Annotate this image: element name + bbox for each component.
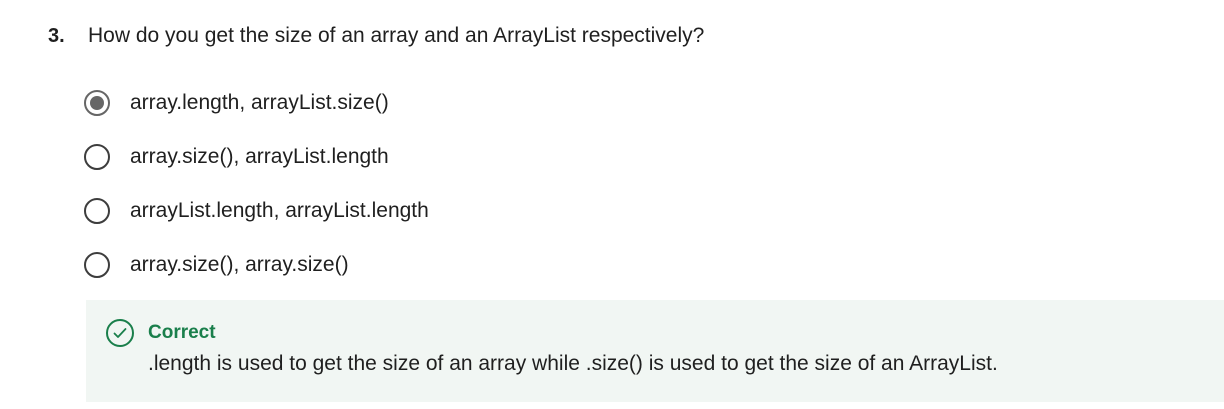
feedback-header: Correct bbox=[106, 319, 216, 347]
radio-icon[interactable] bbox=[84, 198, 110, 224]
option-label: arrayList.length, arrayList.length bbox=[130, 199, 429, 222]
feedback-status: Correct bbox=[148, 322, 216, 343]
option-4[interactable]: array.size(), array.size() bbox=[84, 246, 984, 284]
radio-icon[interactable] bbox=[84, 252, 110, 278]
option-label: array.length, arrayList.size() bbox=[130, 91, 389, 114]
option-label: array.size(), arrayList.length bbox=[130, 145, 389, 168]
option-3[interactable]: arrayList.length, arrayList.length bbox=[84, 192, 984, 230]
option-1[interactable]: array.length, arrayList.size() bbox=[84, 84, 984, 122]
check-circle-icon bbox=[106, 319, 134, 347]
question-header: 3. How do you get the size of an array a… bbox=[48, 20, 1224, 52]
radio-icon[interactable] bbox=[84, 144, 110, 170]
question-text: How do you get the size of an array and … bbox=[88, 24, 705, 47]
radio-dot bbox=[90, 96, 104, 110]
checkmark-icon bbox=[113, 328, 127, 338]
question-number: 3. bbox=[48, 24, 65, 47]
feedback-panel: Correct .length is used to get the size … bbox=[86, 300, 1224, 402]
option-label: array.size(), array.size() bbox=[130, 253, 349, 276]
option-2[interactable]: array.size(), arrayList.length bbox=[84, 138, 984, 176]
answer-options: array.length, arrayList.size() array.siz… bbox=[84, 84, 984, 300]
radio-selected-icon[interactable] bbox=[84, 90, 110, 116]
feedback-explanation: .length is used to get the size of an ar… bbox=[148, 352, 998, 375]
